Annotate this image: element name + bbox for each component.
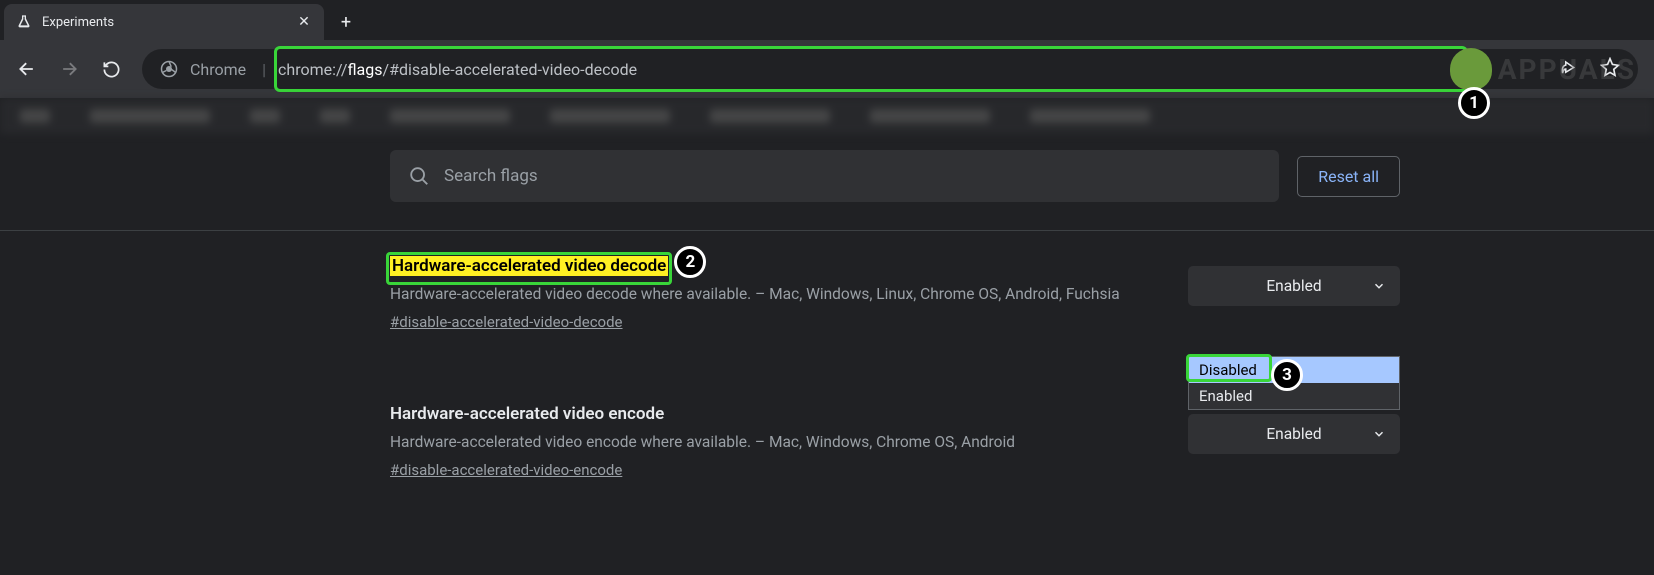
url-scheme-label: Chrome [190,60,246,79]
address-bar-container: Chrome | chrome://flags/#disable-acceler… [142,49,1638,89]
flag-title: Hardware-accelerated video encode [390,404,1148,424]
browser-tab[interactable]: Experiments ✕ [4,4,324,40]
back-button[interactable] [10,52,44,86]
address-bar[interactable]: Chrome | chrome://flags/#disable-acceler… [142,49,1638,89]
select-value: Enabled [1266,277,1321,295]
new-tab-button[interactable]: + [332,8,360,36]
select-dropdown: Disabled Enabled 3 [1188,356,1400,410]
flag-hash-link[interactable]: #disable-accelerated-video-decode [390,313,623,331]
toolbar: Chrome | chrome://flags/#disable-acceler… [0,40,1654,98]
page-content: Search flags Reset all Hardware-accelera… [0,134,1654,479]
flag-title: Hardware-accelerated video decode [390,256,668,276]
annotation-badge-3: 3 [1271,359,1303,391]
flag-item: Hardware-accelerated video decode 2 Hard… [390,256,1400,360]
search-flags-input[interactable]: Search flags [390,150,1279,202]
divider [0,230,1654,231]
annotation-badge-2: 2 [674,246,706,278]
flask-icon [16,14,32,30]
tab-title: Experiments [42,15,286,30]
flag-description: Hardware-accelerated video encode where … [390,430,1148,454]
chevron-down-icon [1372,427,1386,441]
reload-button[interactable] [94,52,128,86]
search-placeholder: Search flags [444,166,538,186]
chevron-down-icon [1372,279,1386,293]
flag-state-select[interactable]: Enabled [1188,266,1400,306]
reset-all-button[interactable]: Reset all [1297,156,1400,197]
bookmarks-bar [0,98,1654,134]
flag-state-select[interactable]: Enabled [1188,414,1400,454]
tab-strip: Experiments ✕ + [0,0,1654,40]
close-icon[interactable]: ✕ [296,14,312,30]
flag-item: Hardware-accelerated video encode Hardwa… [390,404,1400,479]
forward-button[interactable] [52,52,86,86]
chrome-icon [160,60,178,78]
search-icon [408,165,430,187]
select-value: Enabled [1266,425,1321,443]
url-text: chrome://flags/#disable-accelerated-vide… [278,60,637,79]
annotation-badge-1: 1 [1458,87,1490,119]
watermark-logo: APPUALS [1450,48,1636,90]
flag-description: Hardware-accelerated video decode where … [390,282,1148,306]
flag-hash-link[interactable]: #disable-accelerated-video-encode [390,461,622,479]
mascot-icon [1450,48,1492,90]
